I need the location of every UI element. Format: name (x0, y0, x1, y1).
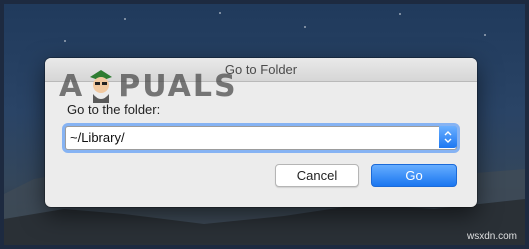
folder-path-input[interactable]: ~/Library/ (70, 130, 125, 145)
folder-prompt-label: Go to the folder: (67, 102, 161, 117)
chevron-up-down-icon (444, 131, 452, 143)
desktop-background: Go to Folder A PUALS Go to the folder: ~… (4, 4, 525, 245)
star (399, 13, 401, 15)
star (304, 26, 306, 28)
appuals-mascot-icon (90, 70, 113, 103)
cancel-button[interactable]: Cancel (275, 164, 359, 187)
folder-path-combo[interactable]: ~/Library/ (65, 126, 457, 150)
site-watermark: wsxdn.com (466, 231, 517, 242)
star (219, 12, 221, 14)
go-button[interactable]: Go (371, 164, 457, 187)
star (484, 34, 486, 36)
star (64, 40, 66, 42)
go-to-folder-dialog: Go to Folder A PUALS Go to the folder: ~… (45, 58, 477, 207)
star (124, 18, 126, 20)
path-dropdown-button[interactable] (439, 126, 457, 148)
watermark-text: PUALS (118, 68, 238, 104)
watermark-letter: A (59, 68, 85, 104)
appuals-watermark: A PUALS (59, 68, 238, 104)
